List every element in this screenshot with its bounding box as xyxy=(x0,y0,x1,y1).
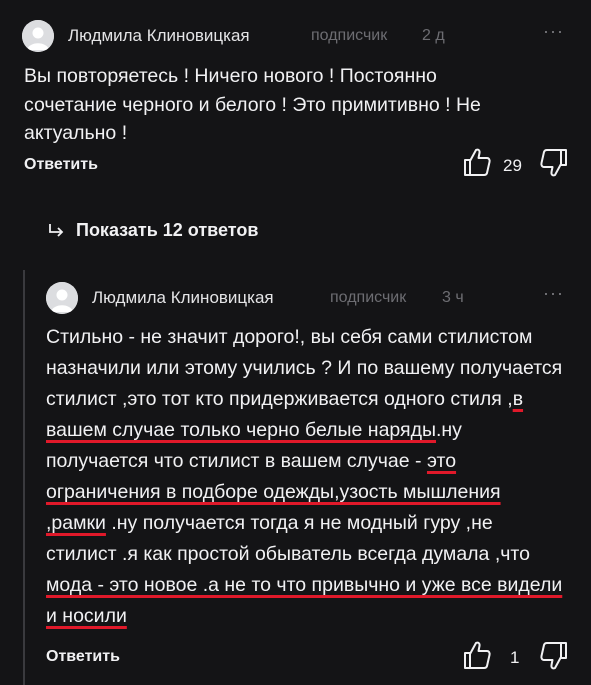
show-replies-button[interactable]: Показать 12 ответов xyxy=(46,220,258,241)
avatar[interactable] xyxy=(46,282,78,314)
avatar-user-icon xyxy=(46,282,78,314)
author-role: подписчик xyxy=(330,289,407,306)
reply-button[interactable]: Ответить xyxy=(46,648,120,666)
like-count: 29 xyxy=(503,156,522,175)
comment-body: Вы повторяетесь ! Ничего нового ! Постоя… xyxy=(24,62,569,148)
more-dots-icon[interactable]: ··· xyxy=(543,284,564,302)
avatar[interactable] xyxy=(22,20,54,52)
comment-time: 2 д xyxy=(422,27,445,44)
comment-line: сочетание черного и белого ! Это примити… xyxy=(24,93,481,116)
thumbs-down-icon[interactable] xyxy=(540,148,568,183)
comment-time: 3 ч xyxy=(442,289,464,306)
comment-body: Стильно - не значит дорого!, вы себя сам… xyxy=(46,322,564,632)
reply-arrow-icon xyxy=(49,223,64,237)
author-role: подписчик xyxy=(311,27,388,44)
comment-line: актуально ! xyxy=(24,122,128,144)
show-replies-label: Показать 12 ответов xyxy=(76,220,259,240)
thread-line xyxy=(23,270,25,685)
comment-line: Вы повторяетесь ! Ничего нового ! Постоя… xyxy=(24,65,437,87)
thumbs-down-icon[interactable] xyxy=(540,641,568,676)
thumbs-up-icon[interactable] xyxy=(463,640,491,675)
highlighted-text: мода - это новое .а не то что привычно и… xyxy=(46,574,563,627)
comment-text: .ну получается тогда я не модный гуру ,н… xyxy=(46,512,530,565)
comment-author[interactable]: Людмила Клиновицкая xyxy=(68,26,250,46)
comment-author[interactable]: Людмила Клиновицкая xyxy=(92,288,274,308)
avatar-user-icon xyxy=(22,20,54,52)
like-count: 1 xyxy=(510,648,520,667)
comment-text: Стильно - не значит дорого!, вы себя сам… xyxy=(46,326,563,410)
more-dots-icon[interactable]: ··· xyxy=(543,22,564,40)
reply-button[interactable]: Ответить xyxy=(24,156,98,174)
thumbs-up-icon[interactable] xyxy=(463,147,491,182)
